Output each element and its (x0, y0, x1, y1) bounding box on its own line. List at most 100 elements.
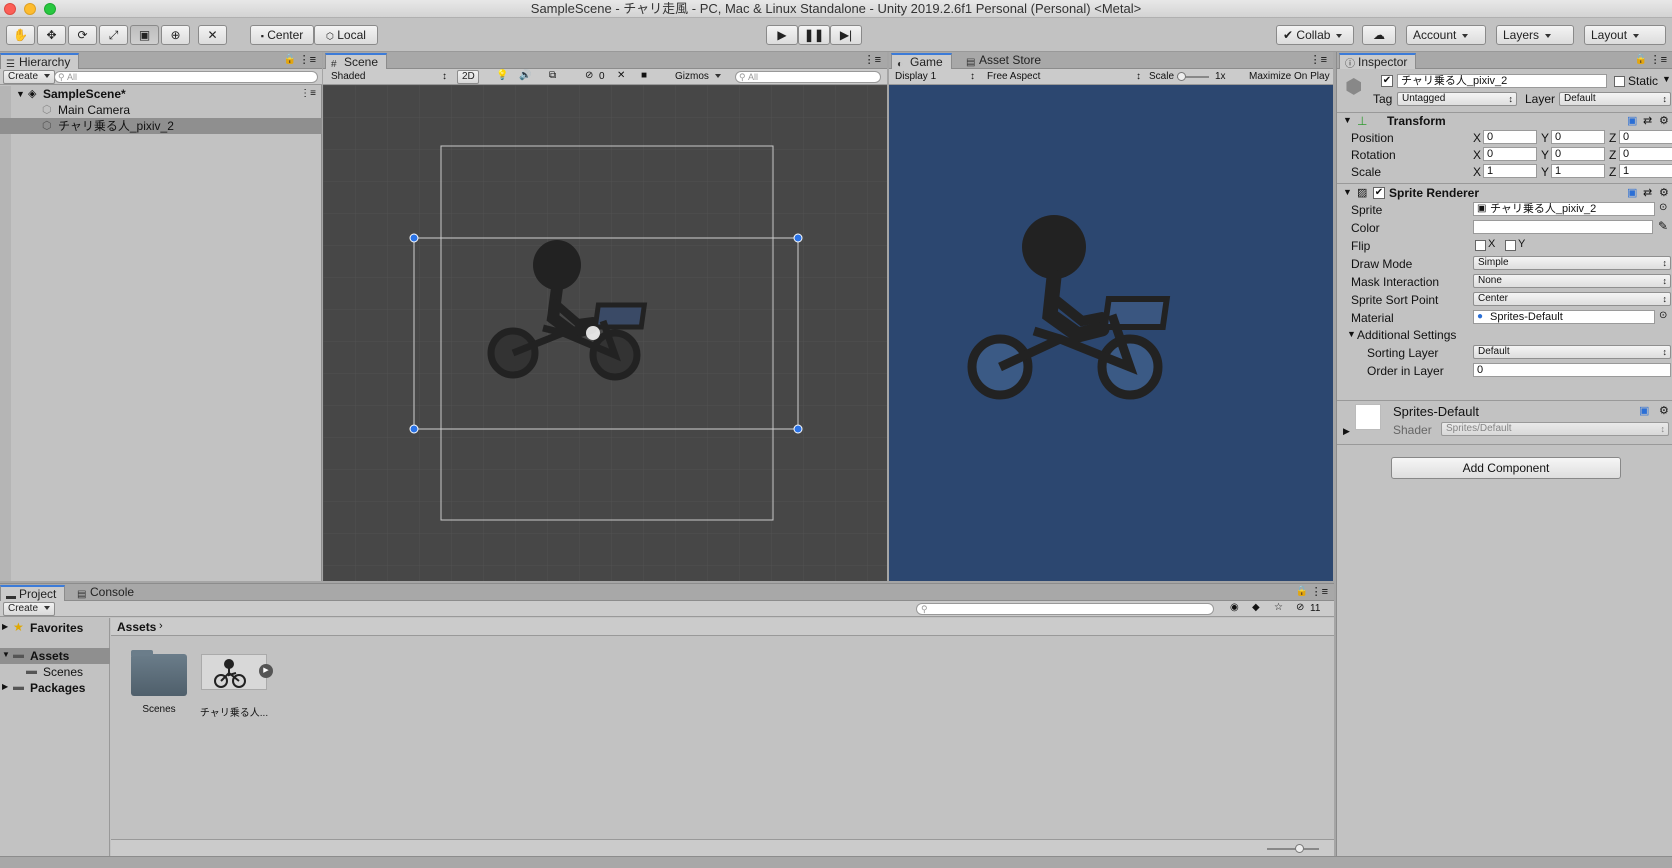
position-y-field[interactable]: 0 (1551, 130, 1605, 144)
position-x-field[interactable]: 0 (1483, 130, 1537, 144)
slider-thumb[interactable] (1295, 844, 1304, 853)
shader-dropdown[interactable]: Sprites/Default (1441, 422, 1669, 436)
layout-dropdown[interactable]: Layout (1584, 25, 1666, 45)
lock-icon[interactable]: 🔒 (1296, 586, 1308, 597)
tab-console[interactable]: ▤ Console (72, 585, 142, 601)
active-checkbox[interactable]: ✔ (1381, 75, 1393, 87)
layers-dropdown[interactable]: Layers (1496, 25, 1574, 45)
handle-bottom-right[interactable] (793, 424, 803, 434)
rotate-tool-button[interactable]: ⟳ (68, 25, 97, 45)
hierarchy-item-main-camera[interactable]: ⬡ Main Camera (12, 102, 322, 118)
transform-collapse-icon[interactable]: ▼ (1343, 115, 1352, 125)
search-by-label-icon[interactable]: ◆ (1252, 602, 1260, 613)
rotation-z-field[interactable]: 0 (1619, 147, 1672, 161)
gear-icon[interactable]: ⚙ (1659, 186, 1669, 199)
project-search-input[interactable]: ⚲ (916, 603, 1214, 615)
panel-menu-icon[interactable]: ⋮≡ (1650, 53, 1667, 66)
slider-thumb[interactable] (1177, 72, 1186, 81)
effects-icon[interactable]: ⧉ (549, 70, 556, 81)
scale-tool-button[interactable]: ⤢ (99, 25, 128, 45)
help-icon[interactable]: ▣ (1639, 404, 1649, 417)
icon-size-slider[interactable] (1267, 844, 1319, 853)
hidden-objects-icon[interactable]: ⊘ (585, 70, 593, 81)
static-checkbox[interactable] (1614, 76, 1625, 87)
display-dropdown[interactable]: Display 1 ↕ (895, 70, 975, 83)
hierarchy-create-button[interactable]: Create (3, 70, 56, 84)
object-name-field[interactable]: チャリ乗る人_pixiv_2 (1397, 74, 1607, 88)
hand-tool-button[interactable]: ✋ (6, 25, 35, 45)
camera-icon[interactable]: ■ (641, 70, 647, 81)
handle-top-right[interactable] (793, 233, 803, 243)
collab-dropdown[interactable]: ✔ Collab (1276, 25, 1354, 45)
sorting-layer-dropdown[interactable]: Default (1473, 345, 1671, 359)
rotation-y-field[interactable]: 0 (1551, 147, 1605, 161)
tab-game[interactable]: ◐ Game (891, 53, 952, 70)
expand-sprite-icon[interactable]: ▶ (259, 664, 273, 678)
help-icon[interactable]: ▣ (1627, 186, 1637, 199)
tab-inspector[interactable]: ⓘ Inspector (1339, 53, 1417, 70)
search-by-type-icon[interactable]: ◉ (1230, 602, 1239, 613)
play-button[interactable]: ▶ (766, 25, 798, 45)
scene-row[interactable]: ▼ ◈ SampleScene* ⋮≡ (12, 86, 322, 102)
panel-menu-icon[interactable]: ⋮≡ (299, 53, 316, 66)
scale-y-field[interactable]: 1 (1551, 164, 1605, 178)
preset-icon[interactable]: ⇄ (1643, 114, 1652, 127)
scale-slider[interactable] (1177, 72, 1209, 81)
lighting-icon[interactable]: 💡 (496, 70, 508, 81)
material-field[interactable]: ● Sprites-Default (1473, 310, 1655, 324)
static-dropdown-arrow-icon[interactable]: ▼ (1662, 74, 1671, 84)
gear-icon[interactable]: ⚙ (1659, 404, 1669, 417)
scale-z-field[interactable]: 1 (1619, 164, 1672, 178)
handle-top-left[interactable] (409, 233, 419, 243)
expand-arrow-icon[interactable]: ▼ (16, 86, 25, 102)
pivot-center-button[interactable]: ▪ Center (250, 25, 314, 45)
asset-scenes-folder[interactable]: Scenes (129, 648, 195, 728)
pause-button[interactable]: ❚❚ (798, 25, 830, 45)
hierarchy-item-sprite[interactable]: ⬡ チャリ乗る人_pixiv_2 (0, 118, 322, 134)
scene-viewport[interactable] (323, 85, 887, 581)
close-window-button[interactable] (4, 3, 16, 15)
draw-mode-dropdown[interactable]: Simple (1473, 256, 1671, 270)
position-z-field[interactable]: 0 (1619, 130, 1672, 144)
object-picker-icon[interactable]: ⊙ (1659, 202, 1667, 213)
gizmos-dropdown[interactable]: Gizmos (675, 71, 721, 82)
add-component-button[interactable]: Add Component (1391, 457, 1621, 479)
cloud-button[interactable]: ☁ (1362, 25, 1396, 45)
scale-x-field[interactable]: 1 (1483, 164, 1537, 178)
tab-scene[interactable]: # Scene (325, 53, 388, 70)
color-field[interactable] (1473, 220, 1653, 234)
layer-dropdown[interactable]: Default (1559, 92, 1671, 106)
hierarchy-search-input[interactable]: ⚲ All (54, 71, 318, 83)
additional-settings-label[interactable]: Additional Settings (1357, 328, 1456, 342)
sort-point-dropdown[interactable]: Center (1473, 292, 1671, 306)
move-tool-button[interactable]: ✥ (37, 25, 66, 45)
gear-icon[interactable]: ⚙ (1659, 114, 1669, 127)
handle-bottom-left[interactable] (409, 424, 419, 434)
sprite-renderer-collapse-icon[interactable]: ▼ (1343, 187, 1352, 197)
asset-sprite[interactable]: ▶ チャリ乗る人... (200, 648, 281, 728)
breadcrumb-assets[interactable]: Assets (117, 620, 156, 634)
panel-menu-icon[interactable]: ⋮≡ (864, 53, 881, 66)
order-in-layer-field[interactable]: 0 (1473, 363, 1671, 377)
scenes-folder-row[interactable]: ▬ Scenes (0, 664, 110, 680)
help-icon[interactable]: ▣ (1627, 114, 1637, 127)
eyedropper-icon[interactable]: ✎ (1658, 219, 1668, 233)
scene-menu-icon[interactable]: ⋮≡ (300, 86, 316, 102)
lock-icon[interactable]: 🔒 (1635, 54, 1647, 65)
scene-search-input[interactable]: ⚲ All (735, 71, 881, 83)
flip-x-checkbox[interactable] (1475, 240, 1486, 251)
zoom-window-button[interactable] (44, 3, 56, 15)
aspect-dropdown[interactable]: Free Aspect ↕ (987, 70, 1141, 83)
tag-dropdown[interactable]: Untagged (1397, 92, 1517, 106)
mask-interaction-dropdown[interactable]: None (1473, 274, 1671, 288)
preset-icon[interactable]: ⇄ (1643, 186, 1652, 199)
material-expand-icon[interactable]: ▶ (1343, 426, 1350, 437)
expand-arrow-icon[interactable]: ▶ (2, 622, 8, 631)
assets-row[interactable]: ▼ ▬ Assets (0, 648, 110, 664)
shading-mode-dropdown[interactable]: Shaded ↕ (331, 70, 447, 83)
panel-menu-icon[interactable]: ⋮≡ (1311, 585, 1328, 598)
rotation-x-field[interactable]: 0 (1483, 147, 1537, 161)
rect-tool-button[interactable]: ▣ (130, 25, 159, 45)
maximize-on-play-toggle[interactable]: Maximize On Play (1249, 71, 1330, 82)
flip-y-checkbox[interactable] (1505, 240, 1516, 251)
